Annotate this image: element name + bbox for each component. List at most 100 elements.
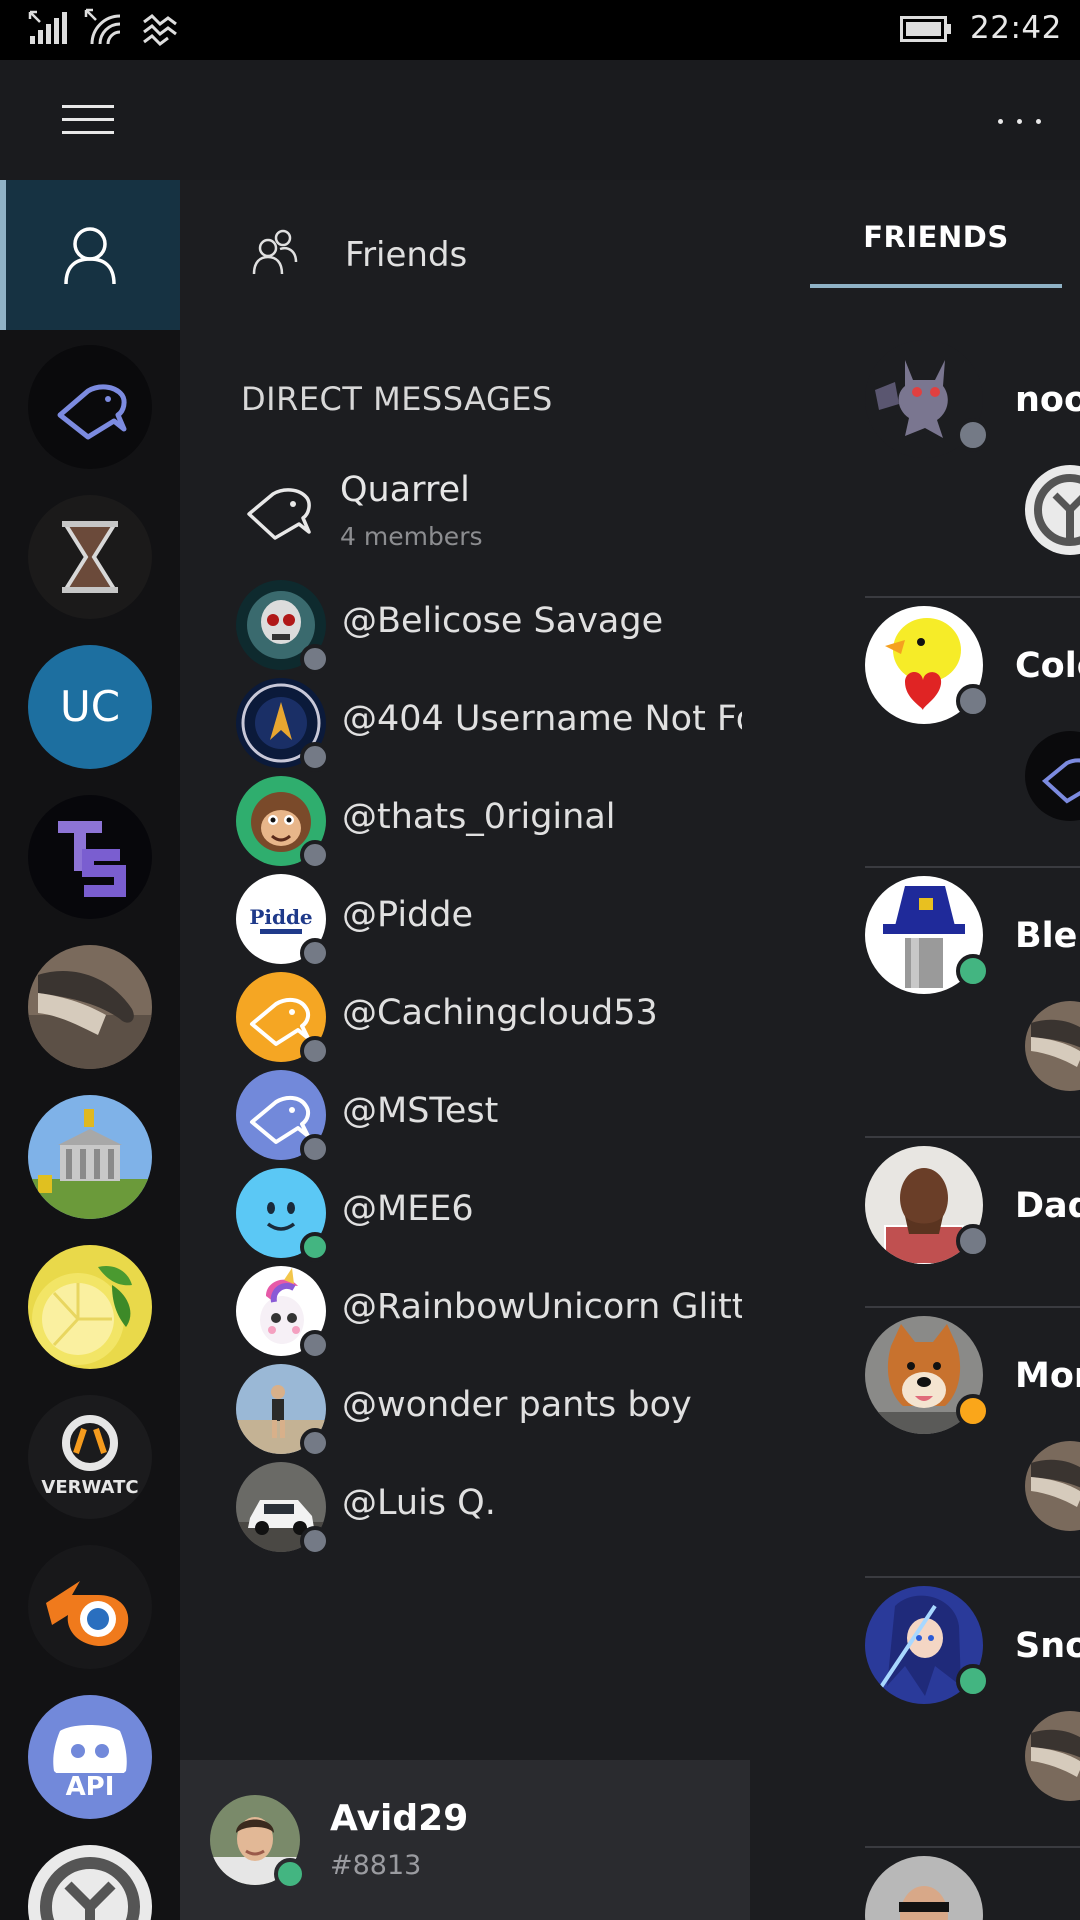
battery-icon — [900, 16, 951, 42]
app-bar — [0, 60, 1080, 180]
direct-messages-header: DIRECT MESSAGES — [241, 380, 553, 418]
current-user-bar[interactable]: Avid29 #8813 — [180, 1760, 750, 1920]
server-uc[interactable]: UC — [28, 645, 152, 769]
divider — [865, 1306, 1080, 1308]
group-dm-members: 4 members — [340, 522, 483, 551]
friend-item[interactable]: Sno — [750, 1586, 1080, 1801]
avatar — [865, 1856, 983, 1920]
friends-label: Friends — [345, 235, 468, 275]
server-lemon[interactable] — [28, 1245, 152, 1369]
status-offline-indicator — [300, 1036, 330, 1066]
divider — [865, 866, 1080, 868]
server-rail: UC VERWATC API — [0, 180, 180, 1920]
status-offline-indicator — [300, 742, 330, 772]
status-online-indicator — [956, 1664, 990, 1698]
dm-name: @Belicose Savage — [342, 601, 664, 641]
server-anteater[interactable] — [28, 945, 152, 1069]
dm-item[interactable]: @404 Username Not Fo — [180, 674, 750, 772]
mutual-server-icon — [1025, 1711, 1080, 1801]
server-overwatch-logo[interactable] — [28, 1845, 152, 1920]
status-offline-indicator — [300, 938, 330, 968]
clock: 22:42 — [970, 10, 1062, 46]
dm-name: @MEE6 — [342, 1189, 474, 1229]
friend-name: noo — [1015, 380, 1080, 420]
status-offline-indicator — [300, 1428, 330, 1458]
status-idle-indicator — [956, 1394, 990, 1428]
tab-friends[interactable]: FRIENDS — [810, 180, 1062, 290]
dm-item[interactable]: @MEE6 — [180, 1164, 750, 1262]
wifi-icon — [84, 8, 121, 45]
friend-item[interactable]: Blen — [750, 876, 1080, 1091]
friend-name: Mor — [1015, 1356, 1080, 1396]
status-bar: 22:42 — [0, 0, 1080, 60]
divider — [865, 1576, 1080, 1578]
mutual-server-icon — [1025, 465, 1080, 555]
hamburger-menu-icon[interactable] — [62, 103, 114, 137]
server-hourglass[interactable] — [28, 495, 152, 619]
friend-name: Blen — [1015, 916, 1080, 956]
server-blender[interactable] — [28, 1545, 152, 1669]
dm-item[interactable]: @wonder pants boy — [180, 1360, 750, 1458]
status-online-indicator — [300, 1232, 330, 1262]
server-overwatch[interactable]: VERWATC — [28, 1395, 152, 1519]
friend-item[interactable]: Mor — [750, 1316, 1080, 1531]
friend-item[interactable] — [750, 1856, 1080, 1920]
friends-nav-item[interactable]: Friends — [180, 180, 750, 330]
divider — [865, 1136, 1080, 1138]
friend-name: Sno — [1015, 1626, 1080, 1666]
dm-name: @404 Username Not Fo — [342, 699, 742, 739]
user-discriminator: #8813 — [330, 1850, 422, 1881]
status-online-indicator — [956, 954, 990, 988]
dm-name: @thats_0riginal — [342, 797, 616, 837]
status-offline-indicator — [300, 1330, 330, 1360]
user-icon — [64, 227, 116, 285]
server-discord-api[interactable]: API — [28, 1695, 152, 1819]
dm-name: @Pidde — [342, 895, 474, 935]
server-ts[interactable] — [28, 795, 152, 919]
status-offline-indicator — [300, 1526, 330, 1556]
status-offline-indicator — [300, 840, 330, 870]
data-icon — [143, 14, 177, 46]
friend-name: Colo — [1015, 646, 1080, 686]
direct-messages-panel: Friends DIRECT MESSAGES Quarrel 4 member… — [180, 180, 750, 1760]
group-dm-name: Quarrel — [340, 470, 470, 510]
friend-item[interactable]: noo — [750, 340, 1080, 555]
dm-item[interactable]: @Luis Q. — [180, 1458, 750, 1556]
signal-icon — [28, 10, 67, 44]
dm-name: @wonder pants boy — [342, 1385, 692, 1425]
dm-name: @Luis Q. — [342, 1483, 496, 1523]
status-online-indicator — [274, 1858, 306, 1890]
dm-item[interactable]: @Cachingcloud53 — [180, 968, 750, 1066]
svg-text:Pidde: Pidde — [249, 905, 312, 929]
tab-friends-label: FRIENDS — [863, 220, 1009, 254]
dm-item[interactable]: @thats_0riginal — [180, 772, 750, 870]
divider — [865, 1846, 1080, 1848]
dm-item[interactable]: @MSTest — [180, 1066, 750, 1164]
dm-name: @MSTest — [342, 1091, 499, 1131]
user-name: Avid29 — [330, 1798, 469, 1839]
dm-name: @RainbowUnicorn Glitte — [342, 1287, 742, 1327]
friend-item[interactable]: Dad — [750, 1146, 1080, 1266]
status-offline-indicator — [956, 684, 990, 718]
friend-name: Dad — [1015, 1186, 1080, 1226]
friends-content: FRIENDS noo Col Ble Da Mo Sno — [750, 180, 1080, 1920]
mutual-server-icon — [1025, 1441, 1080, 1531]
friend-item[interactable]: Colo — [750, 606, 1080, 821]
dm-name: @Cachingcloud53 — [342, 993, 658, 1033]
status-offline-indicator — [300, 644, 330, 674]
svg-text:VERWATC: VERWATC — [41, 1477, 138, 1498]
server-initials: UC — [59, 682, 121, 731]
dm-item[interactable]: @RainbowUnicorn Glitte — [180, 1262, 750, 1360]
server-minecraft-bank[interactable] — [28, 1095, 152, 1219]
dm-item[interactable]: @Belicose Savage — [180, 576, 750, 674]
selected-indicator — [0, 180, 6, 330]
friends-icon — [252, 229, 298, 275]
status-offline-indicator — [956, 1224, 990, 1258]
server-quarrel[interactable] — [28, 345, 152, 469]
divider — [865, 596, 1080, 598]
more-options-icon[interactable] — [996, 115, 1044, 127]
direct-messages-home[interactable] — [0, 180, 180, 330]
mutual-server-icon — [1025, 1001, 1080, 1091]
group-dm-quarrel[interactable]: Quarrel 4 members — [180, 462, 750, 572]
dm-item[interactable]: Pidde @Pidde — [180, 870, 750, 968]
